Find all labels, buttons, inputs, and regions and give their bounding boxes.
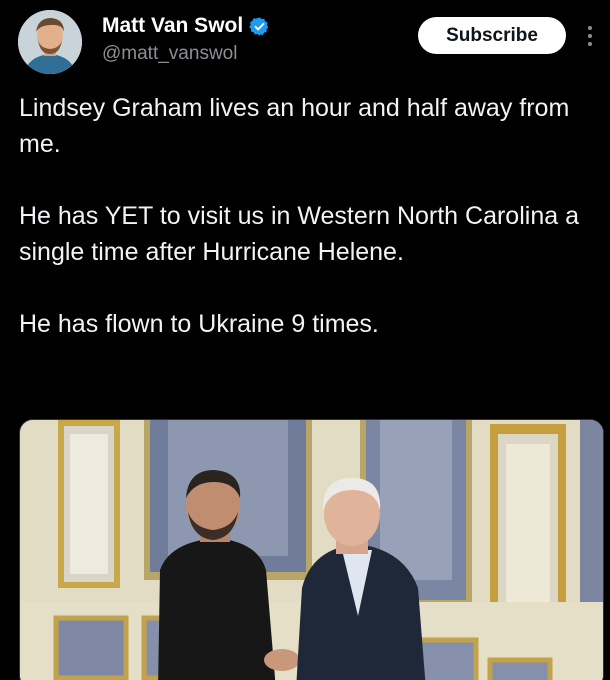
author-avatar[interactable]	[18, 10, 82, 74]
author-handle[interactable]: @matt_vanswol	[102, 43, 237, 65]
author-name-row[interactable]: Matt Van Swol	[102, 14, 270, 38]
tweet-paragraph: Lindsey Graham lives an hour and half aw…	[19, 94, 570, 158]
more-options-icon[interactable]	[580, 17, 600, 54]
tweet-text: Lindsey Graham lives an hour and half aw…	[19, 90, 604, 342]
tweet-media-photo[interactable]	[19, 419, 604, 680]
verified-badge-icon	[249, 16, 269, 36]
photo-image	[20, 420, 603, 680]
subscribe-button[interactable]: Subscribe	[418, 17, 566, 54]
author-name[interactable]: Matt Van Swol	[102, 14, 243, 38]
avatar-photo	[18, 10, 82, 74]
tweet-paragraph: He has YET to visit us in Western North …	[19, 202, 579, 266]
tweet-card: Matt Van Swol @matt_vanswol Subscribe Li…	[0, 0, 610, 680]
tweet-paragraph: He has flown to Ukraine 9 times.	[19, 310, 379, 338]
